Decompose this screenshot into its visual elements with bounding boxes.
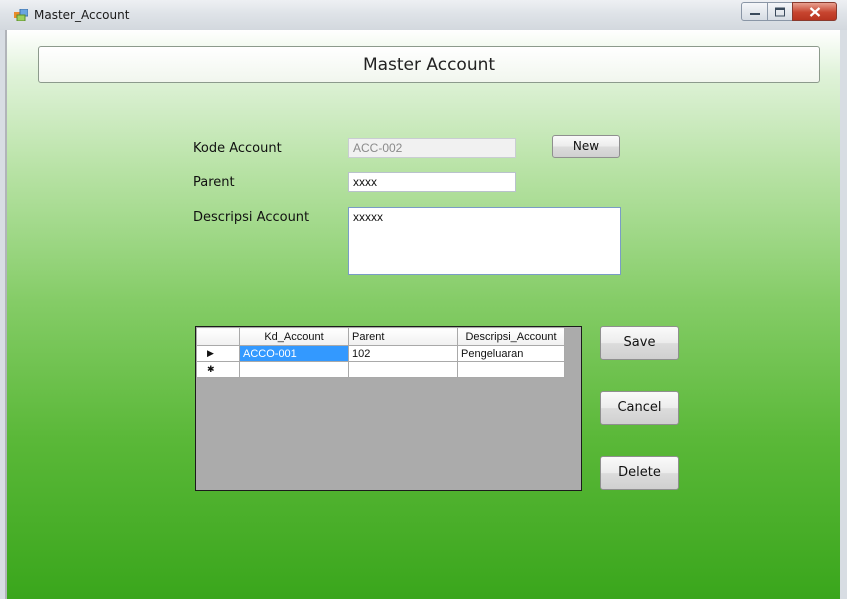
window-border-left <box>0 30 7 599</box>
row-pointer-icon[interactable]: ▶ <box>196 345 240 362</box>
form-icon <box>14 9 28 21</box>
grid-cell-parent[interactable]: 102 <box>348 345 458 362</box>
form-client-area <box>7 30 840 599</box>
accounts-table: Kd_Account Parent Descripsi_Account ▶ AC… <box>196 327 565 378</box>
grid-cell-kd-account[interactable]: ACCO-001 <box>239 345 349 362</box>
grid-cell-kd-account[interactable] <box>239 361 349 378</box>
grid-cell-descripsi[interactable] <box>457 361 565 378</box>
parent-label: Parent <box>193 175 235 190</box>
window-title: Master_Account <box>34 8 130 22</box>
page-title: Master Account <box>362 55 496 75</box>
grid-header-row: Kd_Account Parent Descripsi_Account <box>196 327 565 346</box>
close-icon <box>809 6 820 17</box>
table-row[interactable]: ▶ ACCO-001 102 Pengeluaran <box>196 345 565 362</box>
minimize-button[interactable] <box>741 2 768 21</box>
grid-cell-descripsi[interactable]: Pengeluaran <box>457 345 565 362</box>
new-row-asterisk-icon[interactable]: ✱ <box>196 361 240 378</box>
column-header-descripsi-account[interactable]: Descripsi_Account <box>457 327 565 346</box>
minimize-icon <box>749 12 760 15</box>
maximize-button[interactable] <box>767 2 793 21</box>
window-border-right <box>840 30 847 599</box>
accounts-grid[interactable]: Kd_Account Parent Descripsi_Account ▶ AC… <box>195 326 582 491</box>
new-button[interactable]: New <box>552 135 620 158</box>
parent-field[interactable]: xxxx <box>348 172 516 192</box>
descripsi-account-label: Descripsi Account <box>193 210 310 225</box>
title-bar[interactable]: Master_Account <box>0 0 847 30</box>
grid-corner-cell <box>196 327 240 346</box>
kode-account-field[interactable]: ACC-002 <box>348 138 516 158</box>
column-header-kd-account[interactable]: Kd_Account <box>239 327 349 346</box>
table-row-new[interactable]: ✱ <box>196 361 565 378</box>
cancel-button[interactable]: Cancel <box>600 391 679 425</box>
delete-button[interactable]: Delete <box>600 456 679 490</box>
grid-cell-parent[interactable] <box>348 361 458 378</box>
column-header-parent[interactable]: Parent <box>348 327 458 346</box>
descripsi-account-field[interactable]: xxxxx <box>348 207 621 275</box>
master-account-window: Master_Account Master Account Kode Accou… <box>0 0 847 599</box>
save-button[interactable]: Save <box>600 326 679 360</box>
kode-account-label: Kode Account <box>193 141 282 156</box>
maximize-icon <box>775 7 785 16</box>
close-button[interactable] <box>792 2 837 21</box>
header-panel: Master Account <box>38 46 820 83</box>
